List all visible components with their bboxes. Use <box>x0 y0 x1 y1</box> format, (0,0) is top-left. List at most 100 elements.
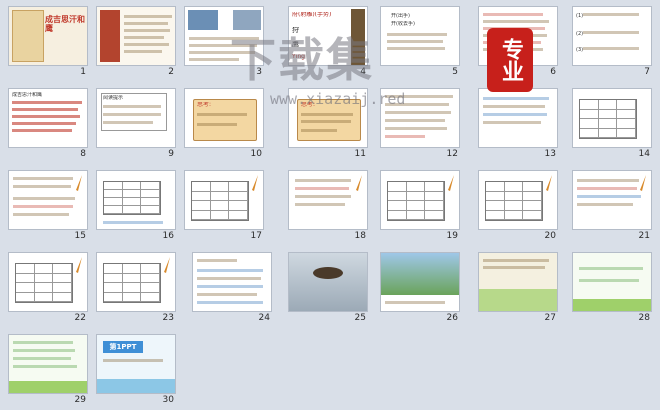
eagle-image <box>313 267 343 279</box>
ppt-logo: 第1PPT <box>103 341 143 353</box>
slide-thumbnail[interactable]: 成吉思汗和鹰 <box>8 88 88 148</box>
slide-slot[interactable]: 成吉思汗和鹰 8 <box>8 88 88 160</box>
slide-number: 18 <box>354 231 366 241</box>
slide-slot[interactable]: 17 <box>184 170 264 242</box>
slide-number: 22 <box>74 313 86 323</box>
slide-slot[interactable]: 开(出手) 开(收去手) 5 <box>380 6 460 78</box>
slide-slot[interactable]: 16 <box>96 170 176 242</box>
slide-number: 14 <box>638 149 650 159</box>
slide-thumbnail[interactable] <box>478 170 558 230</box>
slide-number: 19 <box>446 231 458 241</box>
text-line: 开(出手) <box>391 13 410 19</box>
slide-thumbnail[interactable] <box>380 252 460 312</box>
slide-title: 成吉思汗和鹰 <box>45 15 85 33</box>
slide-slot[interactable]: 2 <box>96 6 176 78</box>
pinyin-line: 府(射雕)(手势) <box>292 12 332 18</box>
slide-title: 思考: <box>197 102 212 108</box>
slide-thumbnail[interactable] <box>96 252 176 312</box>
slide-slot[interactable]: 13 <box>478 88 558 160</box>
slide-slot[interactable]: 21 <box>572 170 652 242</box>
slide-slot[interactable]: 14 <box>572 88 652 160</box>
slide-thumbnail[interactable]: 府(射雕)(手势) 狩 鹰 Yīng <box>288 6 368 66</box>
slide-thumbnail[interactable]: 思考: <box>288 88 368 148</box>
slide-number: 12 <box>446 149 458 159</box>
slide-thumbnail[interactable]: 成吉思汗和鹰 <box>8 6 88 66</box>
slide-slot[interactable]: 12 <box>380 88 460 160</box>
feather-icon <box>546 175 552 191</box>
slide-number: 4 <box>360 67 366 77</box>
slide-title: 阅读提示 <box>103 95 124 101</box>
slide-slot[interactable]: 26 <box>380 252 460 324</box>
slide-number: 25 <box>354 313 366 323</box>
slide-thumbnail[interactable] <box>184 6 264 66</box>
slide-thumbnail[interactable] <box>288 170 368 230</box>
portrait-image <box>12 10 44 62</box>
slide-thumbnail[interactable] <box>380 170 460 230</box>
slide-thumbnail[interactable]: 第1PPT <box>96 334 176 394</box>
slide-thumbnail[interactable] <box>572 252 652 312</box>
slide-slot[interactable]: 20 <box>478 170 558 242</box>
slide-number: 9 <box>168 149 174 159</box>
slide-number: 8 <box>80 149 86 159</box>
feather-icon <box>252 175 258 191</box>
slide-thumbnail[interactable]: (1) (2) (3) <box>572 6 652 66</box>
slide-thumbnail[interactable] <box>184 170 264 230</box>
feather-icon <box>164 257 170 273</box>
mini-table <box>485 181 543 221</box>
slide-thumbnail[interactable] <box>96 6 176 66</box>
slide-number: 2 <box>168 67 174 77</box>
slide-slot[interactable]: 3 <box>184 6 264 78</box>
slide-slot[interactable]: 15 <box>8 170 88 242</box>
slide-number: 5 <box>452 67 458 77</box>
mini-table <box>191 181 249 221</box>
slide-slot[interactable]: 府(射雕)(手势) 狩 鹰 Yīng 4 <box>288 6 368 78</box>
slide-slot[interactable]: 成吉思汗和鹰 1 <box>8 6 88 78</box>
feather-icon <box>356 175 362 191</box>
slide-thumbnail[interactable] <box>478 88 558 148</box>
slide-thumbnail[interactable] <box>572 88 652 148</box>
slide-slot[interactable]: 思考: 11 <box>288 88 368 160</box>
slide-slot[interactable]: 6 <box>478 6 558 78</box>
slide-slot[interactable]: (1) (2) (3) 7 <box>572 6 652 78</box>
eagle-image <box>233 10 261 30</box>
slide-slot[interactable]: 22 <box>8 252 88 324</box>
slide-thumbnail[interactable] <box>8 252 88 312</box>
slide-thumbnail[interactable] <box>380 88 460 148</box>
slide-slot[interactable]: 18 <box>288 170 368 242</box>
slide-slot[interactable]: 19 <box>380 170 460 242</box>
mini-table <box>103 263 161 303</box>
slide-number: 16 <box>162 231 174 241</box>
slide-slot[interactable]: 27 <box>478 252 558 324</box>
slide-slot[interactable]: 24 <box>192 252 272 324</box>
slide-slot[interactable]: 思考: 10 <box>184 88 264 160</box>
slide-thumbnail[interactable]: 开(出手) 开(收去手) <box>380 6 460 66</box>
char-line: 狩 <box>292 27 299 33</box>
slide-thumbnail[interactable] <box>572 170 652 230</box>
slide-slot[interactable]: 阅读提示 9 <box>96 88 176 160</box>
slide-number: 28 <box>638 313 650 323</box>
slide-number: 1 <box>80 67 86 77</box>
slide-number: 11 <box>354 149 366 159</box>
slide-slot[interactable]: 第1PPT 30 <box>96 334 176 406</box>
slide-thumbnail[interactable] <box>478 6 558 66</box>
slide-thumbnail[interactable] <box>478 252 558 312</box>
slide-thumbnail[interactable]: 思考: <box>184 88 264 148</box>
slide-thumbnail[interactable] <box>8 334 88 394</box>
slide-slot[interactable]: 25 <box>288 252 368 324</box>
slide-thumbnail[interactable] <box>288 252 368 312</box>
slide-number: 24 <box>258 313 270 323</box>
slide-slot[interactable]: 23 <box>96 252 176 324</box>
slide-thumbnail[interactable] <box>8 170 88 230</box>
landscape-image <box>289 253 367 311</box>
statue-image <box>100 10 120 62</box>
slide-number: 23 <box>162 313 174 323</box>
slide-slot[interactable]: 29 <box>8 334 88 406</box>
slide-slot[interactable]: 28 <box>572 252 652 324</box>
slide-number: 21 <box>638 231 650 241</box>
slide-number: 7 <box>644 67 650 77</box>
slide-number: 15 <box>74 231 86 241</box>
feather-icon <box>640 175 646 191</box>
slide-thumbnail[interactable] <box>96 170 176 230</box>
slide-thumbnail[interactable] <box>192 252 272 312</box>
slide-thumbnail[interactable]: 阅读提示 <box>96 88 176 148</box>
